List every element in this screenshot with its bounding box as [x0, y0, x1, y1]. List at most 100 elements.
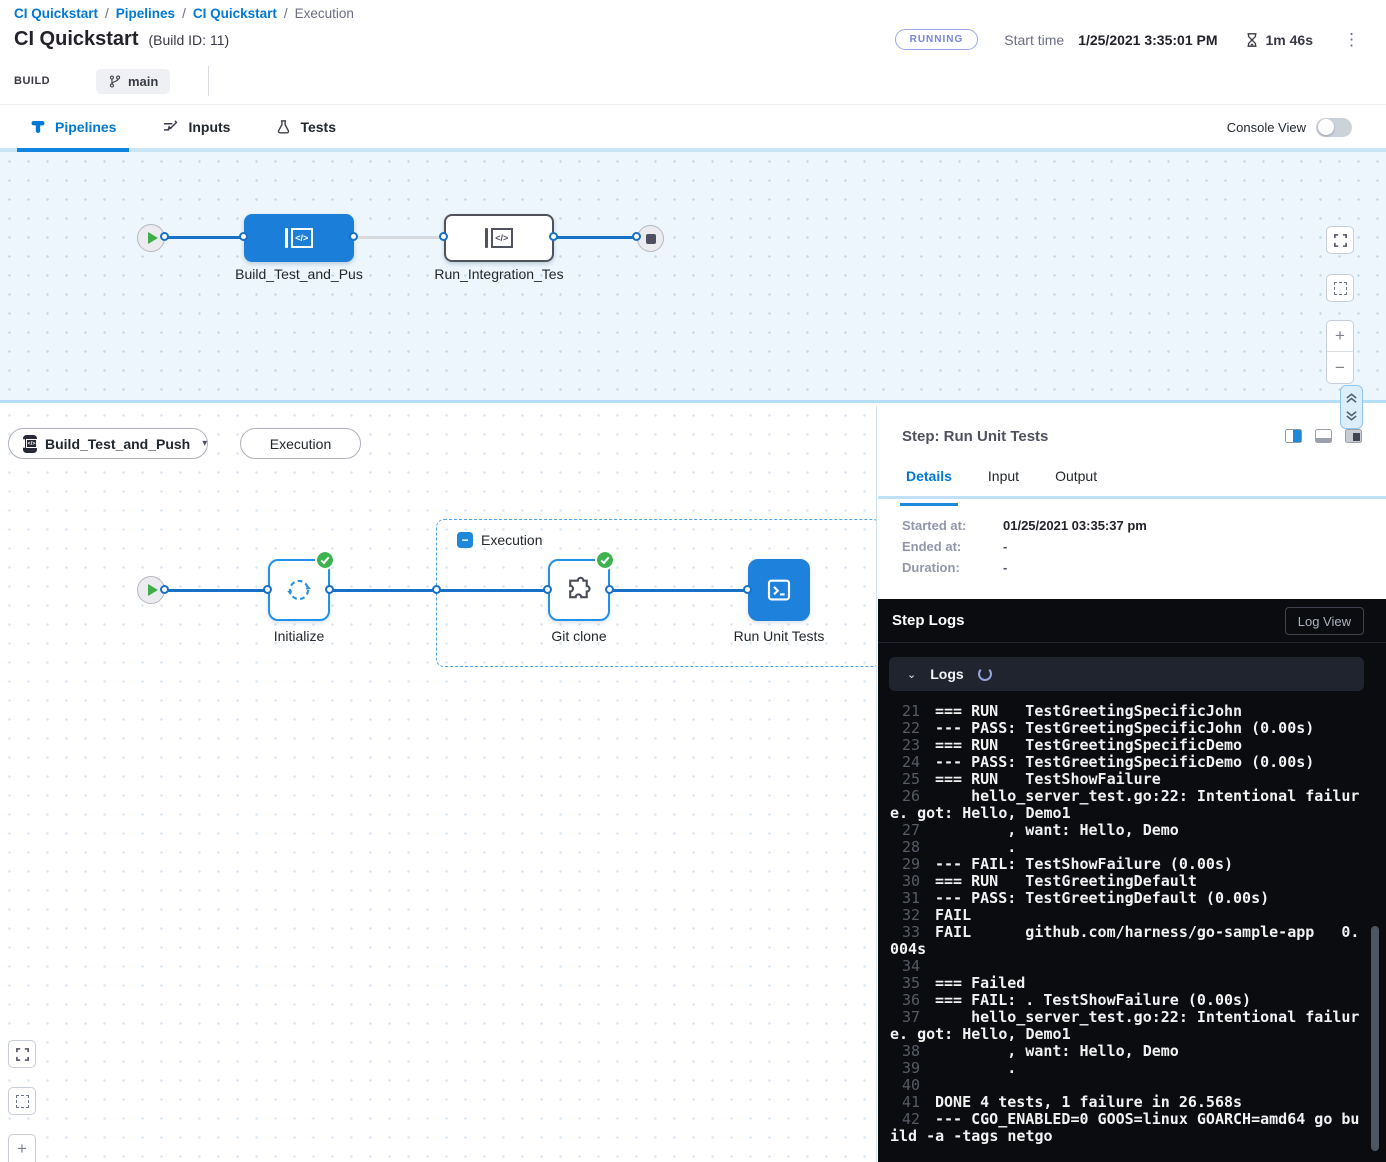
tab-tests[interactable]: Tests	[276, 105, 336, 148]
log-line: 33FAIL github.com/harness/go-sample-app …	[890, 924, 1361, 958]
marquee-select-icon	[16, 1095, 29, 1108]
started-at-label: Started at:	[902, 518, 1003, 533]
logs-section-accordion[interactable]: ⌄ Logs	[889, 657, 1364, 691]
panel-collapse-control[interactable]	[1340, 385, 1363, 429]
page-header: CI Quickstart/Pipelines/CI Quickstart/Ex…	[0, 0, 1386, 104]
step-panel-tabs: Details Input Output	[878, 468, 1386, 499]
step-logs-title: Step Logs	[892, 612, 965, 629]
execution-view-button[interactable]: Execution	[240, 428, 361, 459]
chevron-double-down-icon	[1344, 409, 1359, 423]
edge-stage1-stage2	[354, 236, 444, 239]
log-line: 27 , want: Hello, Demo	[890, 822, 1361, 839]
layout-split-view-icon[interactable]	[1285, 429, 1302, 443]
zoom-in-button[interactable]: +	[1327, 321, 1353, 352]
tab-output[interactable]: Output	[1055, 468, 1097, 496]
tab-inputs[interactable]: Inputs	[162, 105, 230, 148]
log-view-button[interactable]: Log View	[1285, 607, 1364, 635]
execution-step-group: − Execution	[436, 519, 877, 667]
start-time-label: Start time	[1004, 32, 1064, 48]
step-graph-canvas[interactable]: </> Build_Test_and_Push ▾ Execution − Ex…	[0, 406, 877, 1162]
console-view-toggle[interactable]	[1316, 118, 1352, 137]
log-line: 31--- PASS: TestGreetingDefault (0.00s)	[890, 890, 1361, 907]
build-id: (Build ID: 11)	[148, 32, 229, 48]
port	[439, 232, 448, 241]
step-label: Run Unit Tests	[669, 628, 877, 644]
hourglass-icon	[1244, 32, 1260, 48]
zoom-in-button[interactable]: +	[8, 1134, 36, 1162]
canvas-fullscreen-button[interactable]	[1326, 226, 1354, 254]
port	[349, 232, 358, 241]
edge-gitclone-rununittests	[610, 589, 748, 592]
log-line: 25=== RUN TestShowFailure	[890, 771, 1361, 788]
zoom-out-button[interactable]: −	[1327, 352, 1353, 383]
breadcrumb-link-pipeline[interactable]: CI Quickstart	[193, 6, 277, 21]
tab-details[interactable]: Details	[906, 468, 952, 496]
branch-pill[interactable]: main	[96, 69, 170, 94]
port	[325, 585, 334, 594]
breadcrumb: CI Quickstart/Pipelines/CI Quickstart/Ex…	[14, 6, 354, 21]
log-scrollbar-thumb[interactable]	[1371, 926, 1379, 1151]
log-line: 38 , want: Hello, Demo	[890, 1043, 1361, 1060]
collapse-group-icon[interactable]: −	[457, 532, 473, 548]
ci-stage-icon: </>	[285, 228, 313, 248]
more-menu-icon[interactable]: ⋮	[1339, 31, 1364, 48]
log-line: 24--- PASS: TestGreetingSpecificDemo (0.…	[890, 754, 1361, 771]
harness-execution-page: CI Quickstart/Pipelines/CI Quickstart/Ex…	[0, 0, 1386, 1162]
tab-pipelines[interactable]: Pipelines	[30, 105, 116, 148]
inputs-icon	[162, 119, 179, 135]
branch-name: main	[128, 74, 158, 89]
step-node-git-clone[interactable]	[548, 559, 610, 621]
layout-bottom-view-icon[interactable]	[1315, 429, 1332, 443]
pipeline-icon	[30, 119, 46, 135]
log-line: 28 .	[890, 839, 1361, 856]
success-check-icon	[317, 552, 333, 568]
ci-stage-chip-icon: </>	[23, 435, 37, 453]
breadcrumb-current: Execution	[295, 6, 354, 21]
canvas-fullscreen-button[interactable]	[8, 1040, 36, 1068]
success-check-icon	[597, 552, 613, 568]
group-label: Execution	[481, 532, 542, 548]
port	[239, 232, 248, 241]
port	[743, 585, 752, 594]
step-node-initialize[interactable]	[268, 559, 330, 621]
header-divider	[208, 66, 209, 96]
layout-minimized-view-icon[interactable]	[1345, 429, 1362, 443]
canvas-zoom-controls: + −	[1326, 320, 1354, 384]
console-view-label: Console View	[1227, 120, 1306, 135]
ci-stage-icon: </>	[485, 228, 513, 248]
chevron-down-icon: ⌄	[907, 668, 916, 681]
edge-stage2-end	[554, 236, 637, 239]
log-line: 40	[890, 1077, 1361, 1094]
log-line: 26 hello_server_test.go:22: Intentional …	[890, 788, 1361, 822]
ended-at-value: -	[1003, 539, 1007, 554]
port	[543, 585, 552, 594]
pipeline-end-node[interactable]	[637, 225, 664, 252]
duration-value: 1m 46s	[1266, 32, 1313, 48]
duration-value: -	[1003, 560, 1007, 575]
breadcrumb-link-project[interactable]: CI Quickstart	[14, 6, 98, 21]
breadcrumb-link-pipelines[interactable]: Pipelines	[116, 6, 175, 21]
stage-selector-dropdown[interactable]: </> Build_Test_and_Push ▾	[8, 428, 208, 459]
play-icon	[148, 584, 158, 596]
stage-graph-canvas[interactable]: </> Build_Test_and_Pus </> Run_Integrati…	[0, 152, 1386, 403]
stage-node-run-integration-test[interactable]: </>	[444, 214, 554, 262]
flask-icon	[276, 119, 291, 135]
chevron-double-up-icon	[1344, 391, 1359, 405]
stage-node-build-test-and-push[interactable]: </>	[244, 214, 354, 262]
build-label: BUILD	[14, 75, 96, 87]
status-badge: RUNNING	[895, 29, 979, 50]
step-node-run-unit-tests[interactable]	[748, 559, 810, 621]
log-lines: 21=== RUN TestGreetingSpecificJohn22--- …	[890, 703, 1361, 1145]
step-label: Initialize	[189, 628, 409, 644]
step-logs-panel: Step Logs Log View ⌄ Logs 21=== RUN Test…	[878, 599, 1386, 1162]
fullscreen-icon	[15, 1047, 30, 1062]
page-title: CI Quickstart	[14, 28, 138, 51]
canvas-select-button[interactable]	[8, 1087, 36, 1115]
panel-layout-switcher	[1285, 429, 1362, 443]
log-line: 36=== FAIL: . TestShowFailure (0.00s)	[890, 992, 1361, 1009]
caret-down-icon: ▾	[202, 438, 207, 449]
start-time-value: 1/25/2021 3:35:01 PM	[1078, 32, 1217, 48]
canvas-select-button[interactable]	[1326, 274, 1354, 302]
tab-input[interactable]: Input	[988, 468, 1019, 496]
log-line: 37 hello_server_test.go:22: Intentional …	[890, 1009, 1361, 1043]
